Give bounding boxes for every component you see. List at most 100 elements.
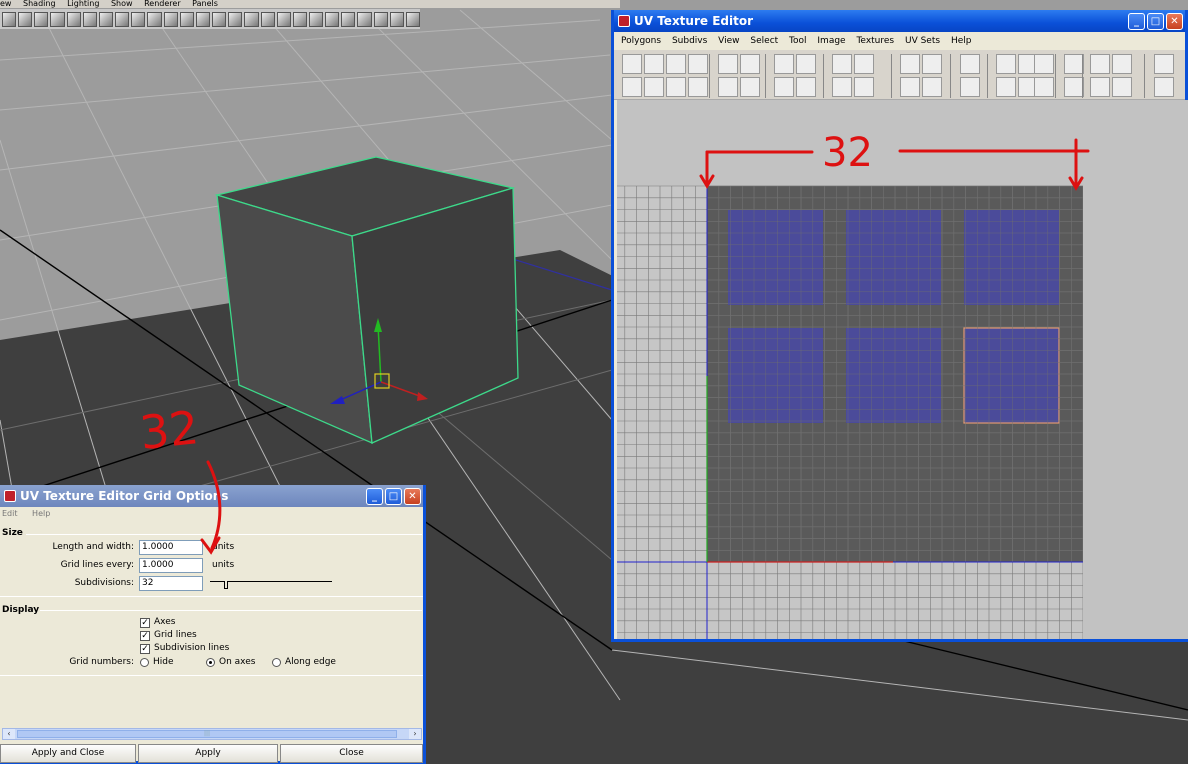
shelf-tool-icon[interactable] — [115, 11, 130, 27]
uv-tool-icon[interactable] — [900, 77, 920, 97]
uv-tool-icon[interactable] — [644, 77, 664, 97]
uv-editor-titlebar[interactable]: UV Texture Editor _ □ ✕ — [614, 10, 1185, 32]
menu-textures[interactable]: Textures — [856, 36, 894, 46]
uv-tool-icon[interactable] — [1034, 54, 1054, 74]
minimize-icon[interactable]: _ — [366, 487, 383, 505]
shelf-tool-icon[interactable] — [276, 11, 291, 27]
uv-tool-icon[interactable] — [1090, 54, 1110, 74]
uv-tool-icon[interactable] — [996, 54, 1016, 74]
grid-numbers-hide-radio[interactable] — [140, 658, 149, 667]
viewport-menu-shading[interactable]: Shading — [23, 0, 56, 8]
shelf-tool-icon[interactable] — [82, 11, 97, 27]
uv-tool-icon[interactable] — [1154, 54, 1174, 74]
menu-select[interactable]: Select — [750, 36, 778, 46]
uv-tool-icon[interactable] — [774, 54, 794, 74]
shelf-tool-icon[interactable] — [147, 11, 162, 27]
uv-tool-icon[interactable] — [960, 54, 980, 74]
grid-lines-every-field[interactable]: 1.0000 — [139, 558, 203, 573]
scroll-right-icon[interactable]: › — [409, 729, 421, 739]
uv-tool-icon[interactable] — [740, 77, 760, 97]
scroll-thumb[interactable]: ||| — [17, 730, 397, 738]
menu-help[interactable]: Help — [951, 36, 972, 46]
length-width-field[interactable]: 1.0000 — [139, 540, 203, 555]
menu-view[interactable]: View — [718, 36, 739, 46]
uv-tool-icon[interactable] — [1112, 77, 1132, 97]
shelf-tool-icon[interactable] — [18, 11, 33, 27]
uv-tool-icon[interactable] — [688, 77, 708, 97]
uv-tool-icon[interactable] — [622, 77, 642, 97]
uv-tool-icon[interactable] — [666, 54, 686, 74]
shelf-tool-icon[interactable] — [308, 11, 324, 27]
shelf-tool-icon[interactable] — [325, 11, 340, 27]
shelf-tool-icon[interactable] — [228, 11, 243, 27]
close-icon[interactable]: ✕ — [1166, 12, 1183, 30]
uv-tool-icon[interactable] — [796, 54, 816, 74]
shelf-tool-icon[interactable] — [131, 11, 146, 27]
uv-tool-icon[interactable] — [666, 77, 686, 97]
close-icon[interactable]: ✕ — [404, 487, 421, 505]
shelf-tool-icon[interactable] — [179, 11, 194, 27]
shelf-tool-icon[interactable] — [2, 11, 17, 27]
shelf-tool-icon[interactable] — [260, 11, 275, 27]
shelf-tool-icon[interactable] — [292, 11, 307, 27]
shelf-tool-icon[interactable] — [34, 11, 49, 27]
menu-subdivs[interactable]: Subdivs — [672, 36, 707, 46]
axes-checkbox[interactable]: ✓ — [140, 618, 150, 628]
shelf-tool-icon[interactable] — [405, 11, 421, 27]
uv-tool-icon[interactable] — [1034, 77, 1054, 97]
uv-tool-icon[interactable] — [1064, 54, 1084, 74]
apply-button[interactable]: Apply — [138, 744, 278, 763]
shelf-tool-icon[interactable] — [163, 11, 178, 27]
uv-tool-icon[interactable] — [960, 77, 980, 97]
shelf-tool-icon[interactable] — [66, 11, 81, 27]
minimize-icon[interactable]: _ — [1128, 12, 1145, 30]
shelf-tool-icon[interactable] — [341, 11, 356, 27]
uv-tool-icon[interactable] — [854, 77, 874, 97]
menu-uv-sets[interactable]: UV Sets — [905, 36, 940, 46]
shelf-tool-icon[interactable] — [50, 11, 65, 27]
menu-polygons[interactable]: Polygons — [621, 36, 661, 46]
menu-edit[interactable]: Edit — [2, 509, 18, 518]
shelf-tool-icon[interactable] — [244, 11, 259, 27]
shelf-tool-icon[interactable] — [373, 11, 388, 27]
uv-tool-icon[interactable] — [796, 77, 816, 97]
uv-tool-icon[interactable] — [718, 77, 738, 97]
menu-help[interactable]: Help — [32, 509, 50, 518]
uv-tool-icon[interactable] — [1112, 54, 1132, 74]
grid-numbers-along-edge-radio[interactable] — [272, 658, 281, 667]
viewport-menu-view[interactable]: ew — [0, 0, 11, 8]
subdivisions-field[interactable]: 32 — [139, 576, 203, 591]
uv-tool-icon[interactable] — [718, 54, 738, 74]
shelf-tool-icon[interactable] — [195, 11, 211, 27]
uv-canvas[interactable] — [617, 100, 1188, 639]
uv-tool-icon[interactable] — [922, 77, 942, 97]
subdivision-lines-checkbox[interactable]: ✓ — [140, 644, 150, 654]
uv-tool-icon[interactable] — [832, 77, 852, 97]
viewport-menu-panels[interactable]: Panels — [192, 0, 218, 8]
uv-tool-icon[interactable] — [1064, 77, 1084, 97]
apply-and-close-button[interactable]: Apply and Close — [0, 744, 136, 763]
uv-tool-icon[interactable] — [774, 77, 794, 97]
viewport-menu-lighting[interactable]: Lighting — [67, 0, 99, 8]
shelf-tool-icon[interactable] — [212, 11, 227, 27]
uv-tool-icon[interactable] — [900, 54, 920, 74]
menu-image[interactable]: Image — [817, 36, 845, 46]
uv-tool-icon[interactable] — [854, 54, 874, 74]
grid-numbers-on-axes-radio[interactable] — [206, 658, 215, 667]
viewport-menu-renderer[interactable]: Renderer — [144, 0, 181, 8]
subdivisions-slider-handle[interactable] — [224, 581, 228, 589]
uv-tool-icon[interactable] — [740, 54, 760, 74]
uv-tool-icon[interactable] — [1090, 77, 1110, 97]
uv-tool-icon[interactable] — [622, 54, 642, 74]
shelf-tool-icon[interactable] — [357, 11, 372, 27]
grid-options-titlebar[interactable]: UV Texture Editor Grid Options _ □ ✕ — [0, 485, 423, 507]
uv-tool-icon[interactable] — [996, 77, 1016, 97]
maximize-icon[interactable]: □ — [385, 487, 402, 505]
horizontal-scrollbar[interactable]: ‹ ||| › — [2, 728, 422, 740]
shelf-tool-icon[interactable] — [389, 11, 404, 27]
shelf-tool-icon[interactable] — [98, 11, 114, 27]
subdivisions-slider[interactable] — [210, 581, 332, 582]
viewport-menu-show[interactable]: Show — [111, 0, 133, 8]
uv-tool-icon[interactable] — [1154, 77, 1174, 97]
maximize-icon[interactable]: □ — [1147, 12, 1164, 30]
